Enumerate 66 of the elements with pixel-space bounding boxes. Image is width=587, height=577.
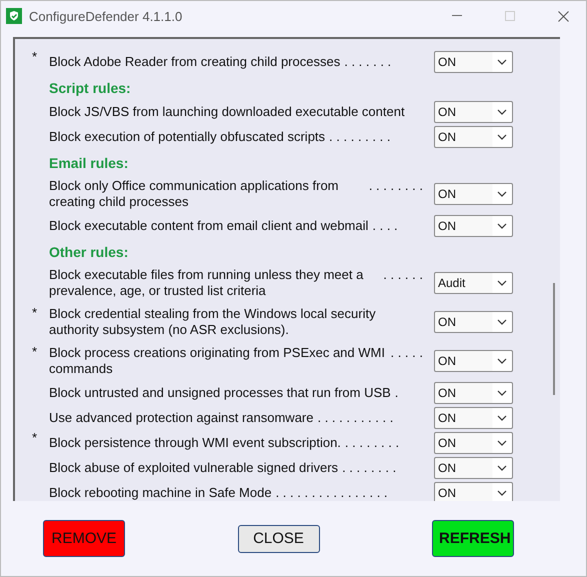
required-marker: * [32, 305, 37, 320]
dot-leader: . . . . [372, 218, 398, 234]
remove-button[interactable]: REMOVE [43, 520, 125, 557]
rule-dropdown[interactable]: ON [434, 126, 513, 148]
dot-leader: . . . . . [390, 344, 423, 360]
chevron-down-icon [497, 134, 507, 140]
chevron-down-icon [497, 190, 507, 196]
chevron-down-icon [497, 390, 507, 396]
rule-dropdown[interactable]: ON [434, 214, 513, 236]
rule-label: Use advanced protection against ransomware [49, 410, 314, 426]
chevron-down-icon [497, 414, 507, 420]
rule-label: Block executable content from email client and webmail [49, 218, 368, 234]
window-title: ConfigureDefender 4.1.1.0 [29, 8, 184, 24]
rule-label: Block rebooting machine in Safe Mode [49, 484, 272, 500]
dot-leader: . . . . . . . [344, 54, 392, 70]
dot-leader: . . . . . . . . [368, 178, 423, 194]
chevron-down-icon [497, 464, 507, 470]
rule-dropdown[interactable]: ON [434, 100, 513, 122]
rule-dropdown[interactable]: ON [434, 50, 513, 72]
required-marker: * [32, 430, 37, 445]
dot-leader: . . . . . . [383, 266, 423, 282]
chevron-down-icon [497, 490, 507, 496]
rule-dropdown[interactable]: ON [434, 182, 513, 204]
dot-leader: . . . . . . . . [344, 434, 400, 450]
rule-dropdown[interactable]: ON [434, 406, 513, 428]
dot-leader: . . . . . . . . . [329, 128, 390, 144]
rule-label: Block executable files from running unless they meet a prevalence, age, or trusted list criteria [49, 266, 364, 298]
dot-leader: . [394, 384, 398, 400]
rule-dropdown[interactable]: ON [434, 382, 513, 404]
chevron-down-icon [497, 58, 507, 64]
section-heading: Other rules: [49, 244, 128, 260]
chevron-down-icon [497, 108, 507, 114]
chevron-down-icon [497, 358, 507, 364]
refresh-button[interactable]: REFRESH [432, 520, 514, 557]
rule-label: Block Adobe Reader from creating child processes [49, 54, 340, 70]
chevron-down-icon [497, 222, 507, 228]
section-heading: Script rules: [49, 80, 131, 96]
rule-dropdown[interactable]: ON [434, 432, 513, 454]
chevron-down-icon [497, 318, 507, 324]
rule-dropdown[interactable]: ON [434, 310, 513, 332]
dot-leader: . . . . . . . . [342, 460, 396, 476]
required-marker: * [32, 49, 37, 64]
section-heading: Email rules: [49, 155, 128, 171]
maximize-icon [505, 11, 515, 21]
rule-label: Block JS/VBS from launching downloaded executable content [49, 104, 405, 120]
dot-leader: . . . . . . . . . . . [317, 410, 394, 426]
minimize-icon[interactable] [452, 15, 462, 17]
rule-label: Block credential stealing from the Windows local security authority subsystem (no ASR exclusions). [49, 306, 377, 338]
rule-label: Block abuse of exploited vulnerable signed drivers [49, 460, 338, 476]
rule-dropdown[interactable]: Audit [434, 272, 513, 294]
required-marker: * [32, 344, 37, 359]
close-icon[interactable] [558, 10, 568, 22]
chevron-down-icon [497, 440, 507, 446]
rule-label: Block execution of potentially obfuscated scripts [49, 128, 326, 144]
chevron-down-icon [497, 280, 507, 286]
shield-icon [6, 8, 22, 24]
rule-label: Block persistence through WMI event subscription. [49, 434, 341, 450]
rule-label: Block process creations originating from PSExec and WMI commands [49, 344, 386, 376]
close-button[interactable]: CLOSE [238, 524, 320, 552]
rule-dropdown[interactable]: ON [434, 482, 513, 501]
rule-label: Block only Office communication applications from creating child processes [49, 178, 340, 210]
rule-dropdown[interactable]: ON [434, 456, 513, 478]
rule-label: Block untrusted and unsigned processes that run from USB [49, 384, 391, 400]
rule-dropdown[interactable]: ON [434, 350, 513, 372]
dot-leader: . . . . . . . . . . . . . . . . [276, 484, 388, 500]
scrollbar-thumb[interactable] [553, 283, 555, 395]
